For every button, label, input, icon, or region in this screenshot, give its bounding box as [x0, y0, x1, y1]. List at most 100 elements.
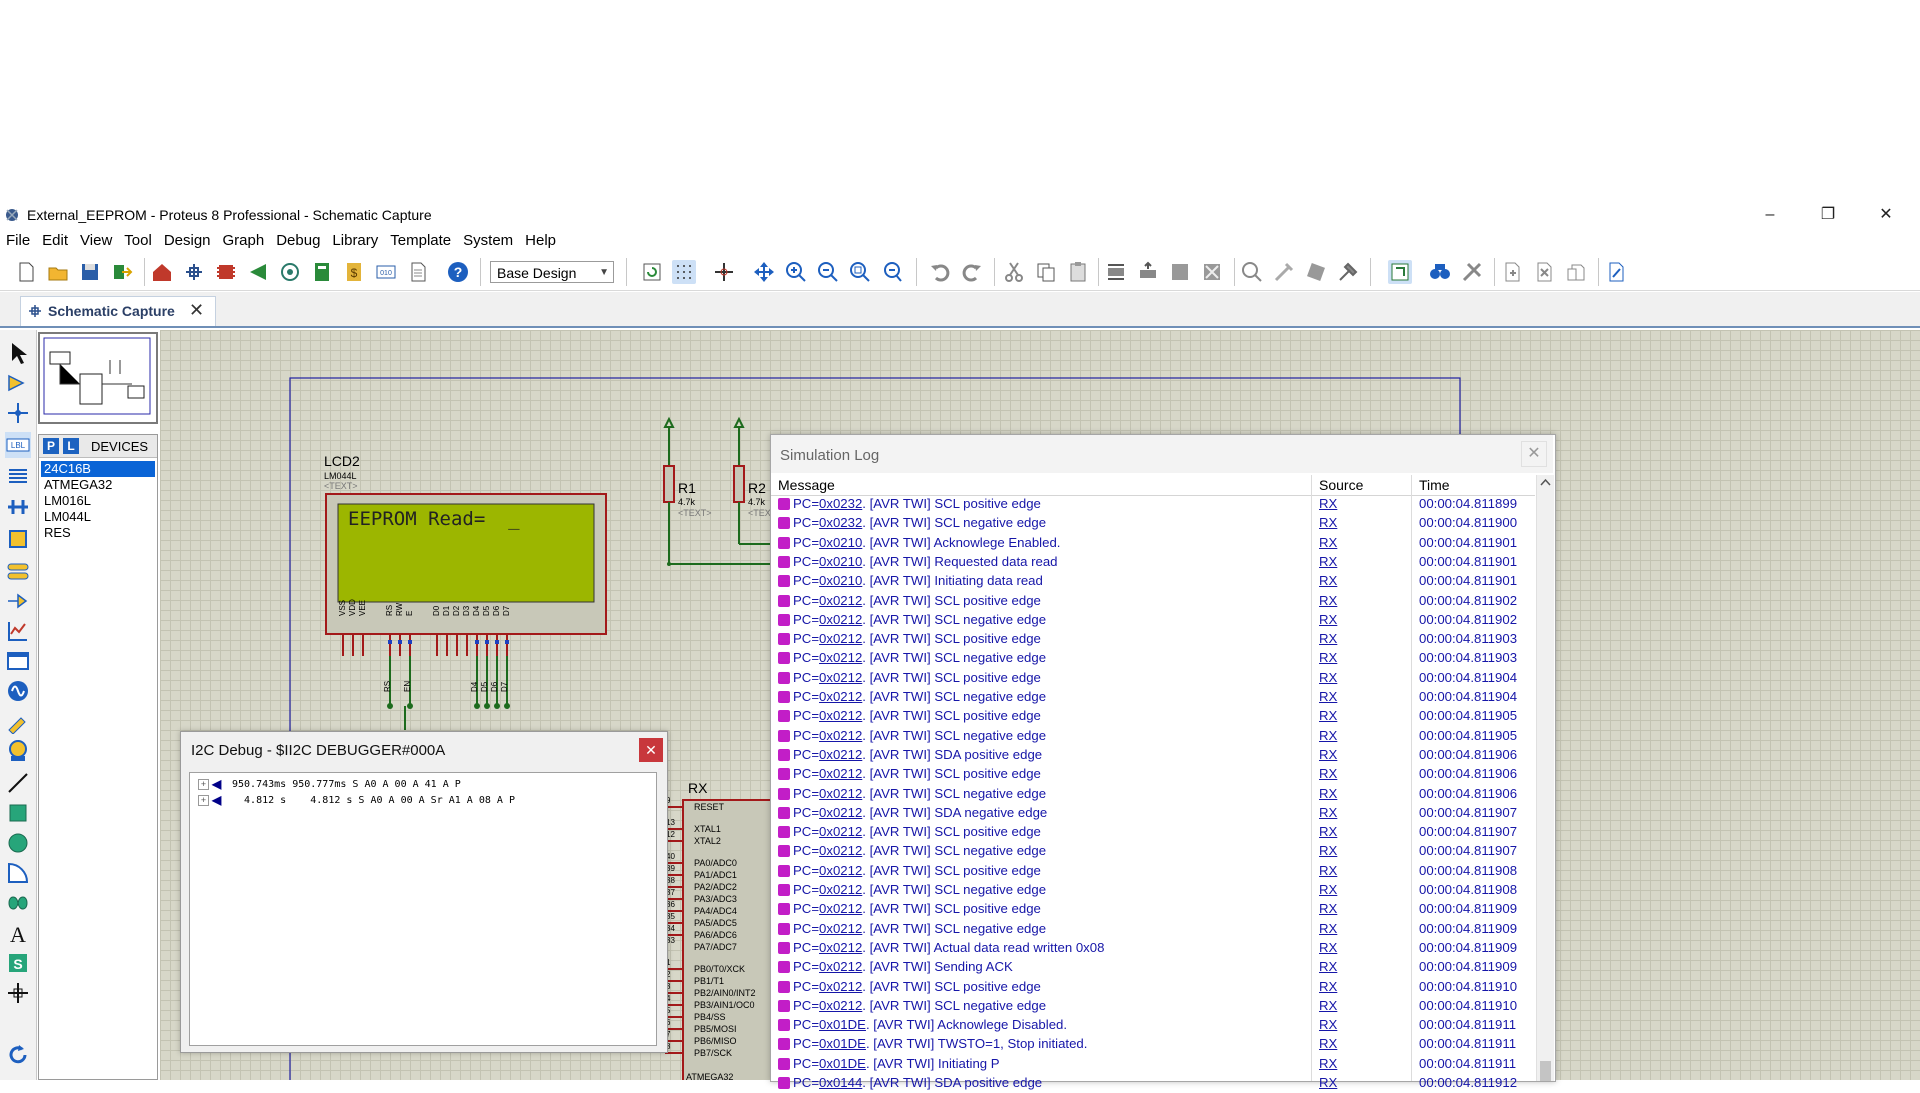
log-row[interactable]: PC=0x0212. [AVR TWI] SCL positive edge RX… — [771, 592, 1535, 611]
pick-devices-button[interactable]: P — [43, 438, 59, 454]
pc-address-link[interactable]: 0x0212 — [819, 863, 862, 878]
pc-address-link[interactable]: 0x0212 — [819, 921, 862, 936]
log-source-link[interactable]: RX — [1319, 901, 1337, 916]
pc-address-link[interactable]: 0x0212 — [819, 940, 862, 955]
pcb-icon[interactable] — [214, 260, 238, 284]
pc-address-link[interactable]: 0x0212 — [819, 631, 862, 646]
pc-address-link[interactable]: 0x0212 — [819, 650, 862, 665]
pc-address-link[interactable]: 0x0212 — [819, 843, 862, 858]
log-row[interactable]: PC=0x0212. [AVR TWI] SCL negative edge RX… — [771, 881, 1535, 900]
column-header-message[interactable]: Message — [778, 477, 835, 493]
i2c-transaction-list[interactable]: + ◀ 950.743ms 950.777ms S A0 A 00 A 41 A… — [189, 772, 657, 1046]
simulation-log-window[interactable]: Simulation Log ✕ Message Source Time PC=… — [770, 434, 1556, 1090]
expand-icon[interactable]: + — [198, 795, 209, 806]
log-source-link[interactable]: RX — [1319, 554, 1337, 569]
column-header-time[interactable]: Time — [1419, 477, 1450, 493]
pc-address-link[interactable]: 0x0212 — [819, 747, 862, 762]
log-source-link[interactable]: RX — [1319, 959, 1337, 974]
zoom-in-icon[interactable] — [784, 260, 808, 284]
log-source-link[interactable]: RX — [1319, 805, 1337, 820]
pc-address-link[interactable]: 0x0232 — [819, 515, 862, 530]
device-pins-icon[interactable] — [5, 588, 31, 614]
menu-template[interactable]: Template — [384, 230, 457, 249]
device-item[interactable]: RES — [41, 525, 155, 541]
log-row[interactable]: PC=0x0212. [AVR TWI] SDA positive edge RX… — [771, 746, 1535, 765]
menu-library[interactable]: Library — [326, 230, 384, 249]
log-source-link[interactable]: RX — [1319, 863, 1337, 878]
box-tool-icon[interactable] — [5, 800, 31, 826]
menu-tool[interactable]: Tool — [118, 230, 158, 249]
generator-icon[interactable] — [5, 678, 31, 704]
document-icon[interactable] — [406, 260, 430, 284]
3d-icon[interactable] — [278, 260, 302, 284]
close-window-button[interactable]: ✕ — [1863, 204, 1909, 226]
block-copy-icon[interactable] — [1104, 260, 1128, 284]
log-source-link[interactable]: RX — [1319, 1036, 1337, 1051]
packaging-icon[interactable] — [1304, 260, 1328, 284]
pc-address-link[interactable]: 0x01DE — [819, 1036, 866, 1051]
pan-icon[interactable] — [752, 260, 776, 284]
marker-tool-icon[interactable] — [5, 980, 31, 1006]
pc-address-link[interactable]: 0x0210 — [819, 554, 862, 569]
log-row[interactable]: PC=0x0232. [AVR TWI] SCL positive edge RX… — [771, 495, 1535, 514]
pc-address-link[interactable]: 0x0212 — [819, 612, 862, 627]
menu-file[interactable]: File — [0, 230, 36, 249]
arc-tool-icon[interactable] — [5, 860, 31, 886]
i2c-debug-close-button[interactable]: ✕ — [639, 738, 663, 762]
redo-icon[interactable] — [960, 260, 984, 284]
make-device-icon[interactable] — [1272, 260, 1296, 284]
log-row[interactable]: PC=0x01DE. [AVR TWI] TWSTO=1, Stop initi… — [771, 1035, 1535, 1054]
log-row[interactable]: PC=0x0210. [AVR TWI] Acknowlege Enabled.… — [771, 534, 1535, 553]
log-row[interactable]: PC=0x0212. [AVR TWI] SCL negative edge RX… — [771, 611, 1535, 630]
bom-icon[interactable] — [310, 260, 334, 284]
log-source-link[interactable]: RX — [1319, 882, 1337, 897]
pick-device-icon[interactable] — [1240, 260, 1264, 284]
log-row[interactable]: PC=0x01DE. [AVR TWI] Acknowlege Disabled… — [771, 1016, 1535, 1035]
menu-help[interactable]: Help — [519, 230, 562, 249]
copy-icon[interactable] — [1034, 260, 1058, 284]
graph-mode-icon[interactable] — [5, 618, 31, 644]
log-source-link[interactable]: RX — [1319, 631, 1337, 646]
pc-address-link[interactable]: 0x0212 — [819, 805, 862, 820]
column-header-source[interactable]: Source — [1319, 477, 1363, 493]
undo-icon[interactable] — [928, 260, 952, 284]
log-row[interactable]: PC=0x0212. [AVR TWI] Actual data read wr… — [771, 939, 1535, 958]
property-assign-icon[interactable] — [1460, 260, 1484, 284]
pc-address-link[interactable]: 0x0212 — [819, 708, 862, 723]
log-row[interactable]: PC=0x0212. [AVR TWI] SCL positive edge RX… — [771, 978, 1535, 997]
log-row[interactable]: PC=0x0210. [AVR TWI] Requested data read… — [771, 553, 1535, 572]
i2c-debug-window[interactable]: I2C Debug - $II2C DEBUGGER#000A ✕ + ◀ 95… — [180, 731, 668, 1053]
log-row[interactable]: PC=0x0212. [AVR TWI] SCL positive edge RX… — [771, 900, 1535, 919]
menu-edit[interactable]: Edit — [36, 230, 74, 249]
source-code-icon[interactable]: $ — [342, 260, 366, 284]
log-row[interactable]: PC=0x0212. [AVR TWI] Sending ACK RX 00:00:… — [771, 958, 1535, 977]
home-icon[interactable] — [150, 260, 174, 284]
pc-address-link[interactable]: 0x0212 — [819, 766, 862, 781]
tab-schematic-capture[interactable]: Schematic Capture ✕ — [20, 296, 216, 326]
menu-debug[interactable]: Debug — [270, 230, 326, 249]
pc-address-link[interactable]: 0x01DE — [819, 1056, 866, 1071]
text-script-icon[interactable] — [5, 464, 31, 490]
log-row[interactable]: PC=0x0212. [AVR TWI] SCL positive edge RX… — [771, 707, 1535, 726]
log-row[interactable]: PC=0x0212. [AVR TWI] SCL negative edge RX… — [771, 727, 1535, 746]
restore-button[interactable]: ❐ — [1805, 204, 1851, 226]
line-tool-icon[interactable] — [5, 770, 31, 796]
cut-icon[interactable] — [1002, 260, 1026, 284]
menu-graph[interactable]: Graph — [217, 230, 271, 249]
log-row[interactable]: PC=0x0212. [AVR TWI] SCL positive edge RX… — [771, 669, 1535, 688]
search-icon[interactable] — [1428, 260, 1452, 284]
pc-address-link[interactable]: 0x0212 — [819, 670, 862, 685]
pc-address-link[interactable]: 0x0212 — [819, 728, 862, 743]
component-mode-icon[interactable] — [5, 370, 31, 396]
log-scrollbar[interactable] — [1536, 475, 1554, 1081]
notes-icon[interactable]: 010 — [374, 260, 398, 284]
log-source-link[interactable]: RX — [1319, 573, 1337, 588]
log-row[interactable]: PC=0x0212. [AVR TWI] SCL negative edge RX… — [771, 688, 1535, 707]
pc-address-link[interactable]: 0x0144 — [819, 1075, 862, 1090]
log-source-link[interactable]: RX — [1319, 747, 1337, 762]
log-source-link[interactable]: RX — [1319, 612, 1337, 627]
device-item[interactable]: 24C16B — [41, 461, 155, 477]
buses-icon[interactable] — [5, 494, 31, 520]
device-item[interactable]: ATMEGA32 — [41, 477, 155, 493]
pc-address-link[interactable]: 0x0212 — [819, 882, 862, 897]
